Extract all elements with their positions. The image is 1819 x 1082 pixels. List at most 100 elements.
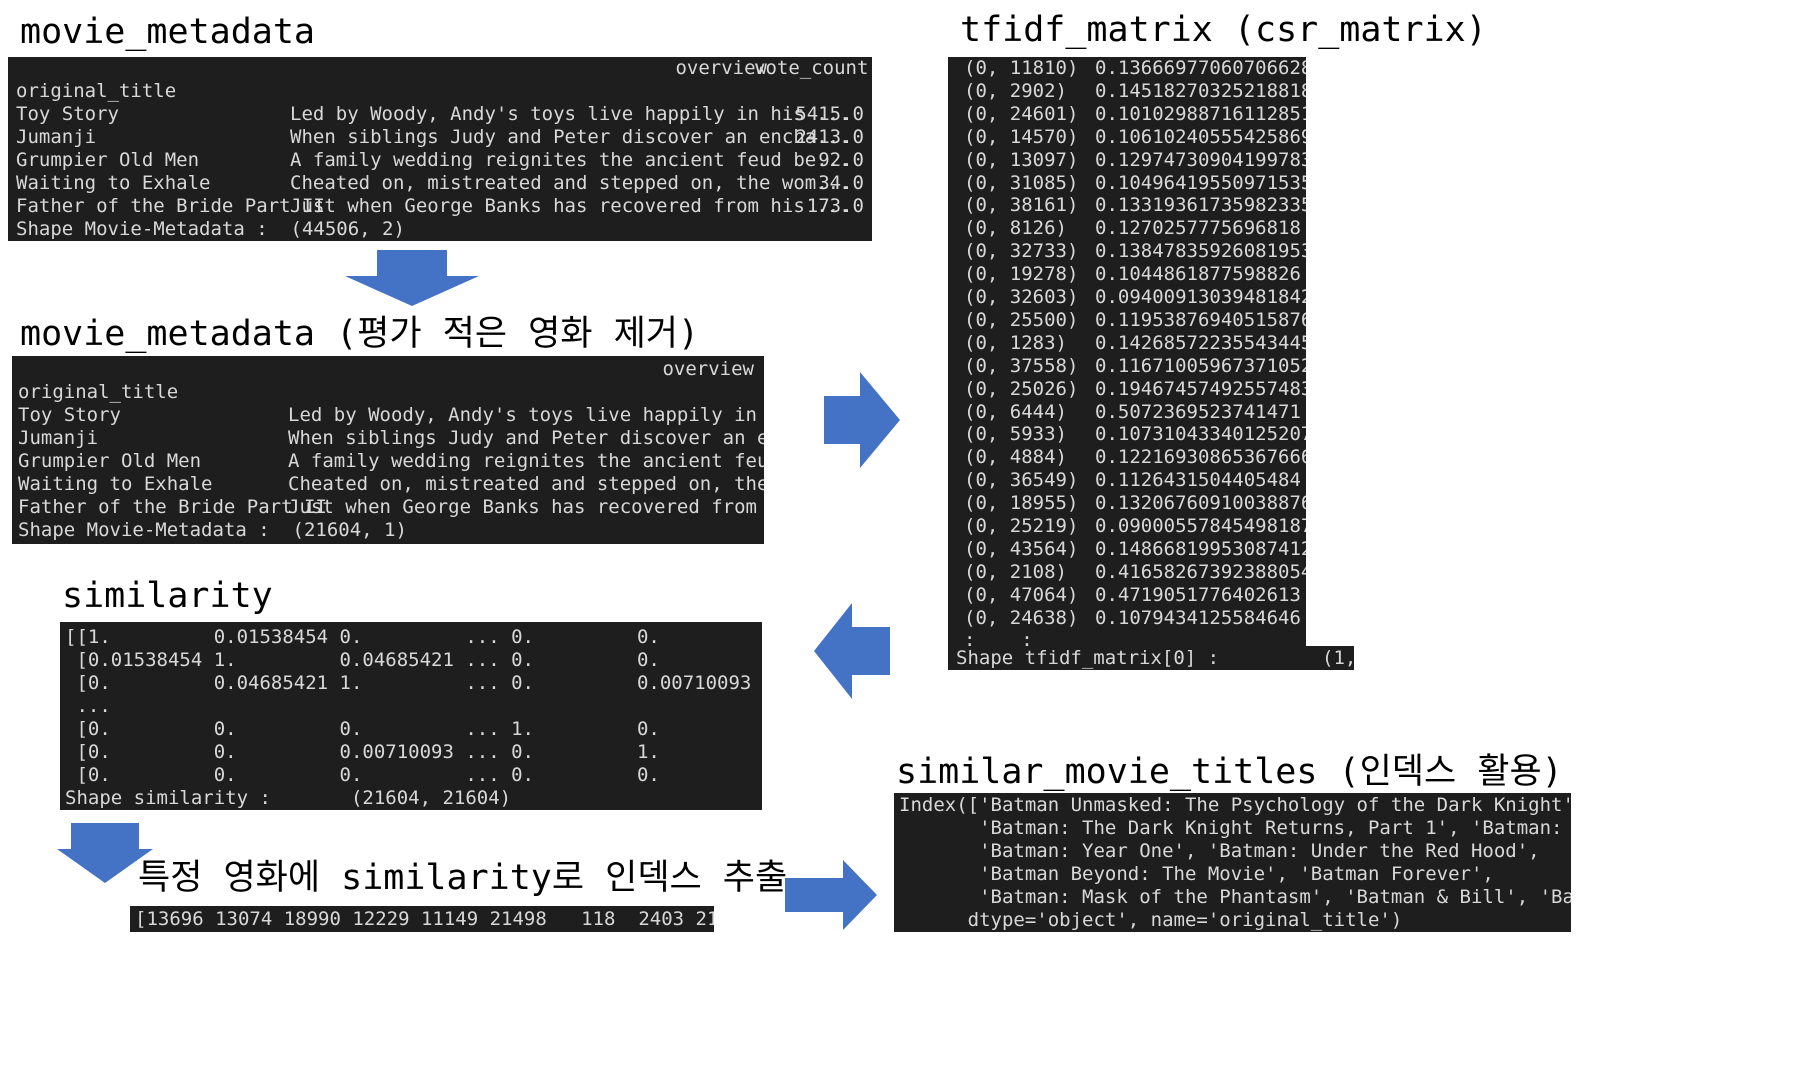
entry-index: (0, 37558) [964,354,1079,377]
entry-index: (0, 18955) [964,492,1079,515]
row-vote-count: 2413.0 [795,126,864,148]
list-item: (0, 5933) 0.10731043340125207 [948,423,1306,446]
row-overview: Cheated on, mistreated and stepped on, t… [288,473,764,495]
entry-value: 0.4719051776402613 [1095,583,1301,606]
entry-index: (0, 38161) [964,194,1079,217]
entry-index: (0, 25500) [964,308,1079,331]
entry-value: 0.1126431504405484 [1095,469,1301,492]
entry-value: 0.41658267392388054 [1095,560,1306,583]
entry-value: 0.13666977060706628 [1095,57,1306,79]
table-row: Toy Story Led by Woody, Andy's toys live … [8,103,872,126]
column-header-overview: overview [662,358,754,380]
titles-heading: similar_movie_titles (인덱스 활용) [896,752,1563,792]
entry-value: 0.10102988716112851 [1095,102,1306,125]
tfidf-console: (0, 11810) 0.13666977060706628 (0, 2902) 0.… [948,57,1306,647]
entry-value: 0.09000557845498187 [1095,515,1306,537]
entry-index: (0, 2108) [964,560,1067,583]
list-item: (0, 4884) 0.12216930865367666 [948,446,1306,469]
entry-value: 0.1044861877598826 [1095,263,1301,286]
entry-index: (0, 43564) [964,537,1079,560]
list-item: (0, 6444) 0.5072369523741471 [948,401,1306,424]
entry-value: 0.1079434125584646 [1095,606,1301,629]
indices-array: [13696 13074 18990 12229 11149 21498 118… [135,908,714,930]
entry-value: 0.14518270325218818 [1095,79,1306,102]
list-item: (0, 13097) 0.12974730904199783 [948,149,1306,172]
entry-index: (0, 11810) [964,57,1079,79]
table-row: Jumanji When siblings Judy and Peter disc… [8,126,872,149]
extraction-heading: 특정 영화에 similarity로 인덱스 추출 [138,858,788,898]
list-item: (0, 24638) 0.1079434125584646 [948,607,1306,630]
entry-index: (0, 13097) [964,148,1079,171]
indices-console: [13696 13074 18990 12229 11149 21498 118… [130,906,714,932]
entry-value: 0.12216930865367666 [1095,446,1306,469]
list-item: (0, 18955) 0.13206760910038876 [948,492,1306,515]
titles-console: Index(['Batman Unmasked: The Psychology … [894,793,1571,932]
row-title: Grumpier Old Men [18,450,202,472]
entry-value: 0.10731043340125207 [1095,423,1306,446]
list-item: (0, 8126) 0.1270257775696818 [948,217,1306,240]
list-item: (0, 25219) 0.09000557845498187 [948,515,1306,538]
row-title: Waiting to Exhale [18,473,213,495]
list-item: (0, 19278) 0.1044861877598826 [948,263,1306,286]
arrow-left-icon [814,603,890,699]
row-title: Father of the Bride Part II [18,496,327,518]
entry-index: (0, 32733) [964,240,1079,263]
metadata-header-row: overview vote_count [8,57,872,79]
row-overview: Just when George Banks has recovered fro… [288,496,757,518]
tfidf-heading: tfidf_matrix (csr_matrix) [960,10,1487,50]
entry-index: (0, 1283) [964,331,1067,354]
row-title: Jumanji [18,427,99,449]
entry-index: (0, 8126) [964,217,1067,240]
list-item: (0, 47064) 0.4719051776402613 [948,584,1306,607]
arrow-down-icon [345,250,479,306]
entry-index: (0, 2902) [964,79,1067,102]
entry-index: (0, 6444) [964,400,1067,423]
list-item: (0, 2902) 0.14518270325218818 [948,80,1306,103]
row-title: Toy Story [18,404,121,426]
list-item: (0, 32733) 0.13847835926081953 [948,240,1306,263]
table-row: Grumpier Old Men A family wedding reignit… [8,149,872,172]
entry-value: 0.14866819953087412 [1095,537,1306,560]
row-overview: A family wedding reignites the ancient f… [288,450,764,472]
index-name: original_title [16,80,177,102]
column-header-overview: overview [675,57,767,79]
tfidf-shape-bar: Shape tfidf_matrix[0] : (1, 48083) [948,646,1354,670]
entry-index: (0, 19278) [964,263,1079,286]
entry-value: 0.11953876940515876 [1095,308,1306,331]
row-title: Jumanji [16,126,97,148]
list-item: (0, 36549) 0.1126431504405484 [948,469,1306,492]
metadata-console: overview vote_count original_title Toy S… [8,57,872,241]
row-title: Grumpier Old Men [16,149,200,171]
row-overview: Led by Woody, Andy's toys live happily i… [288,404,757,426]
entry-index: (0, 25219) [964,515,1079,537]
list-item: (0, 31085) 0.10496419550971535 [948,172,1306,195]
entry-value: 0.10610240555425869 [1095,125,1306,148]
similarity-matrix: [[1. 0.01538454 0. ... 0. 0. 0. ] [0.015… [65,626,752,809]
entry-index: (0, 5933) [964,423,1067,446]
filtered-console: overview original_title Toy Story Led by … [12,356,764,544]
table-row: Jumanji When siblings Judy and Peter disc… [12,427,764,450]
tfidf-ellipsis: : : [964,629,1033,647]
entry-value: 0.14268572235543445 [1095,331,1306,354]
entry-index: (0, 47064) [964,583,1079,606]
entry-value: 0.11671005967371052 [1095,354,1306,377]
table-row: Grumpier Old Men A family wedding reignit… [12,450,764,473]
entry-value: 0.13206760910038876 [1095,492,1306,515]
filtered-header-row: overview [12,358,764,380]
entry-index: (0, 24601) [964,102,1079,125]
entry-value: 0.10496419550971535 [1095,171,1306,194]
entry-value: 0.09400913039481842 [1095,286,1306,308]
row-vote-count: 5415.0 [795,103,864,125]
entry-index: (0, 32603) [964,286,1079,308]
list-item: (0, 2108) 0.41658267392388054 [948,561,1306,584]
row-vote-count: 173.0 [806,195,864,217]
index-name: original_title [18,381,179,403]
row-title: Waiting to Exhale [16,172,211,194]
entry-index: (0, 25026) [964,377,1079,400]
list-item: (0, 14570) 0.10610240555425869 [948,126,1306,149]
entry-index: (0, 31085) [964,171,1079,194]
arrow-right-icon [824,372,900,468]
entry-value: 0.13847835926081953 [1095,240,1306,263]
table-row: Waiting to Exhale Cheated on, mistreated … [12,473,764,496]
table-row: Father of the Bride Part II Just when Geo… [8,195,872,218]
